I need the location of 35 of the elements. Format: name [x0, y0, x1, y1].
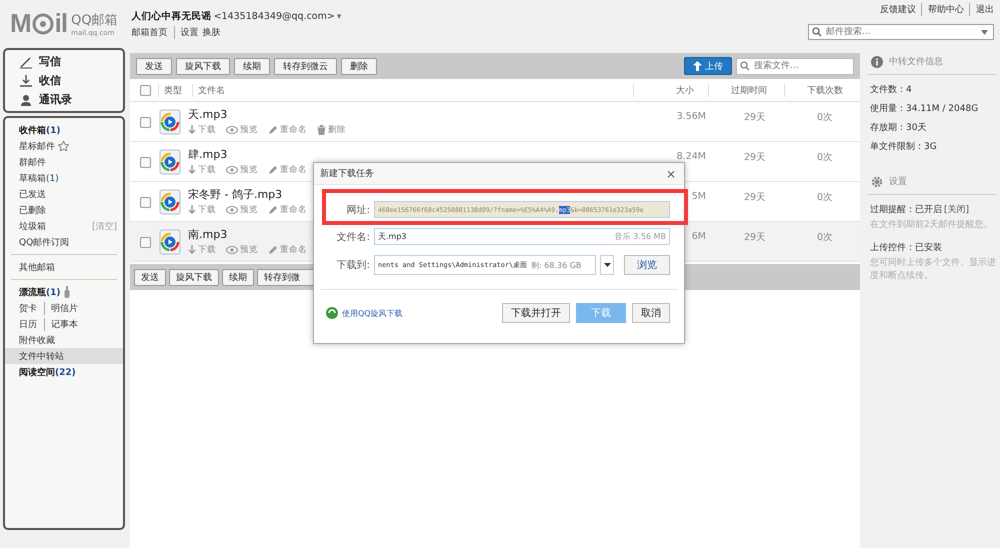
column-header: 下载次数: [784, 84, 860, 96]
panel-title: 中转文件信息: [889, 56, 943, 68]
size-cell: 5M: [692, 191, 706, 202]
logo-mark: M il: [10, 8, 68, 39]
field-label: 网址:: [346, 204, 370, 216]
expiry-cell-text: 29天: [742, 231, 768, 244]
stat-text: 文件数：4: [870, 84, 913, 96]
size-cell: 3.56M: [676, 111, 706, 122]
size-cell: 6M: [692, 231, 706, 242]
stat-text: 使用量：34.11M / 2048G: [870, 102, 980, 115]
setting-label: 上传控件：已安装: [870, 242, 942, 254]
panel-title: 设置: [889, 176, 907, 188]
stat-text: 存放期：30天: [870, 122, 928, 134]
download-count-cell-text: 0次: [816, 111, 834, 124]
user-name: 人们心中再无民谣: [132, 10, 212, 23]
column-header: 过期时间: [708, 84, 784, 96]
column-header: 大小: [633, 84, 708, 96]
user-email: <1435184349@qq.com>: [214, 11, 335, 22]
dialog-title: 新建下载任务: [320, 168, 374, 180]
field-label: 文件名:: [336, 230, 370, 244]
download-count-cell-text: 0次: [816, 191, 834, 204]
size-cell: 8.24M: [676, 151, 706, 162]
expiry-cell-text: 29天: [742, 151, 768, 164]
setting-label: 过期提醒：已开启: [870, 204, 942, 216]
field-label: 下载到:: [336, 258, 370, 272]
column-header: 类型: [158, 84, 192, 96]
expiry-cell-text: 29天: [742, 191, 768, 204]
column-header: 文件名: [192, 84, 633, 96]
stat-text: 单文件限制：3G: [870, 140, 938, 153]
expiry-cell-text: 29天: [742, 111, 768, 124]
logo-text: QQ邮箱: [71, 12, 118, 28]
setting-description: 您可同时上传多个文件、显示进度和断点续传。: [870, 256, 996, 283]
download-count-cell-text: 0次: [816, 231, 834, 244]
download-count-cell-text: 0次: [816, 151, 834, 164]
setting-description: 在文件到期前2天邮件提醒您。: [870, 219, 994, 232]
